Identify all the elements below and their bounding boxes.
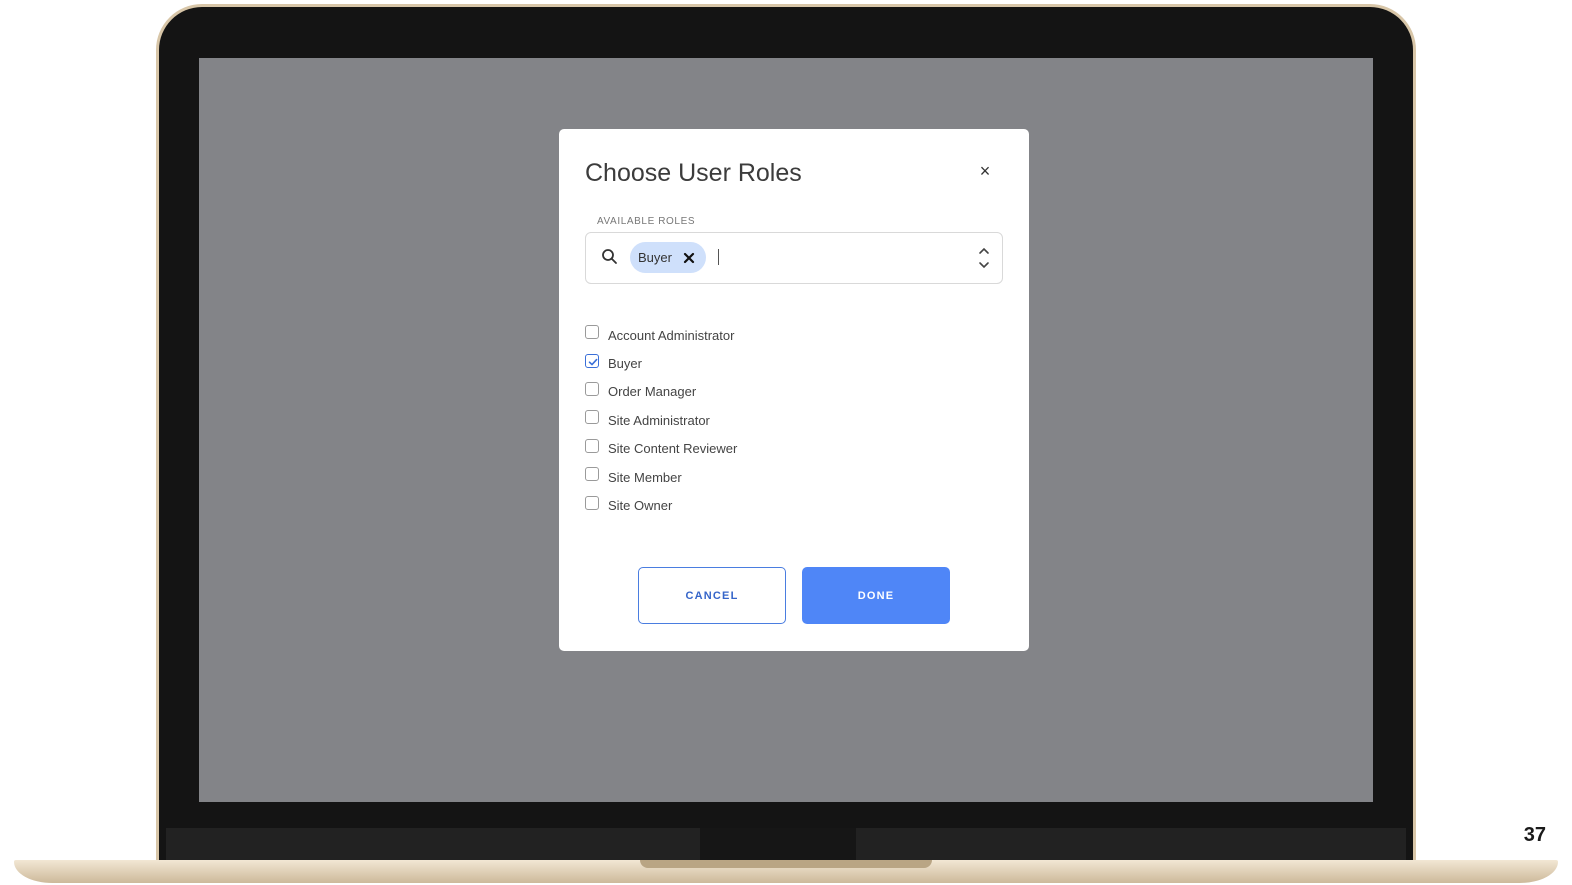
role-label: Site Content Reviewer xyxy=(608,441,738,457)
page-number: 37 xyxy=(1523,824,1546,846)
search-icon xyxy=(600,247,620,267)
cancel-button[interactable]: CANCEL xyxy=(638,567,786,624)
slide: Choose User Roles × AVAILABLE ROLES Buye… xyxy=(0,0,1572,885)
done-button[interactable]: DONE xyxy=(802,567,950,624)
role-label: Site Owner xyxy=(608,498,673,514)
selected-role-chip: Buyer xyxy=(630,242,706,273)
role-option[interactable]: Site Member xyxy=(585,463,737,491)
role-label: Site Member xyxy=(608,469,682,485)
role-label: Order Manager xyxy=(608,384,697,400)
screen-overlay: Choose User Roles × AVAILABLE ROLES Buye… xyxy=(199,58,1373,802)
chevron-up-down-icon[interactable] xyxy=(976,242,992,274)
close-icon[interactable] xyxy=(682,251,696,265)
checkbox[interactable] xyxy=(585,381,599,396)
roles-multiselect[interactable]: Buyer xyxy=(585,232,1003,284)
role-option[interactable]: Site Content Reviewer xyxy=(585,435,737,463)
checkbox[interactable] xyxy=(585,438,599,453)
dialog-title: Choose User Roles xyxy=(585,159,802,187)
checkbox[interactable] xyxy=(585,325,599,340)
available-roles-label: AVAILABLE ROLES xyxy=(597,216,696,227)
check-icon xyxy=(588,358,598,365)
close-button[interactable]: × xyxy=(973,159,997,183)
checkbox-checked[interactable] xyxy=(585,353,599,368)
laptop-groove xyxy=(640,860,932,868)
role-option[interactable]: Order Manager xyxy=(585,378,737,406)
checkbox[interactable] xyxy=(585,495,599,510)
role-label: Buyer xyxy=(608,356,642,372)
checkbox[interactable] xyxy=(585,467,599,482)
role-label: Account Administrator xyxy=(608,327,735,343)
text-cursor[interactable] xyxy=(718,249,719,265)
role-option[interactable]: Site Owner xyxy=(585,491,737,519)
choose-roles-dialog: Choose User Roles × AVAILABLE ROLES Buye… xyxy=(559,129,1029,651)
role-option[interactable]: Site Administrator xyxy=(585,406,737,434)
role-label: Site Administrator xyxy=(608,412,710,428)
role-option[interactable]: Account Administrator xyxy=(585,321,737,349)
checkbox[interactable] xyxy=(585,410,599,425)
role-option[interactable]: Buyer xyxy=(585,349,737,377)
role-list: Account Administrator Buyer Order Manage… xyxy=(585,321,737,520)
laptop-notch xyxy=(700,828,856,862)
chip-label: Buyer xyxy=(638,250,672,265)
